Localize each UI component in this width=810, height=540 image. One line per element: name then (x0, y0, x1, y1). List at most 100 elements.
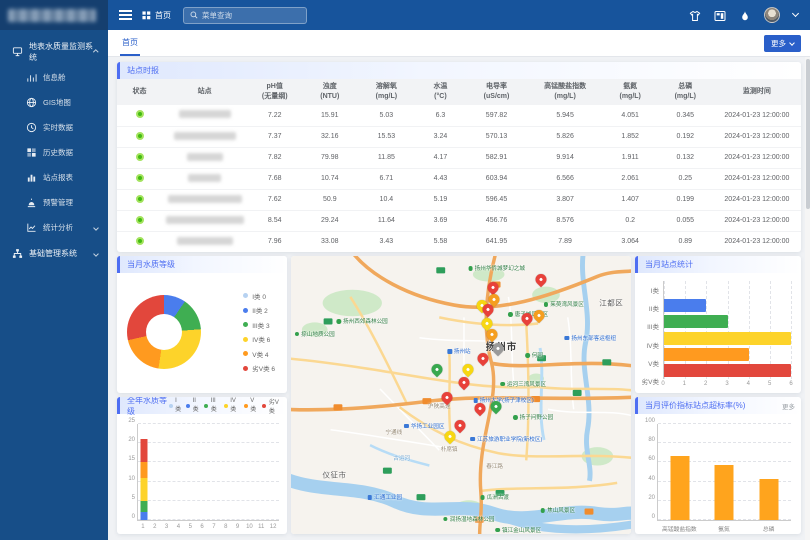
year-bar-column (256, 424, 268, 520)
x-axis-tick: 7 (212, 524, 215, 530)
x-axis-category: 高锰酸盐指数 (657, 524, 702, 533)
theme-skin-icon[interactable] (689, 9, 701, 21)
legend-dot (262, 404, 266, 408)
metric-value: 7.22 (247, 105, 302, 126)
legend-item[interactable]: III类 (204, 397, 218, 415)
legend-item[interactable]: II类 (186, 397, 199, 415)
map-marker-yellow[interactable] (462, 364, 473, 375)
map-marker-red[interactable] (458, 377, 469, 388)
table-row: 8.5429.2411.643.69456.768.5760.20.055202… (117, 210, 801, 231)
x-axis-tick: 3 (725, 381, 728, 387)
flame-icon[interactable] (739, 9, 751, 21)
y-axis-category: I类 (639, 285, 663, 295)
sidebar-menu: 地表水质量监测系统信息舱GIS地图实时数据历史数据站点报表预警管理统计分析基础管… (0, 30, 108, 267)
sidebar-item-0-4[interactable]: 站点报表 (0, 165, 108, 190)
x-axis-tick: 6 (200, 524, 203, 530)
sidebar-item-0-3[interactable]: 历史数据 (0, 140, 108, 165)
map-marker-yellow[interactable] (445, 431, 456, 442)
sidebar-group-1[interactable]: 基础管理系统 (0, 240, 108, 267)
hbar (664, 332, 791, 345)
map-marker-red[interactable] (536, 274, 547, 285)
more-button-label: 更多 (771, 38, 786, 49)
status-online-dot (136, 195, 144, 203)
map-marker-orange[interactable] (486, 329, 497, 340)
sidebar-item-0-6[interactable]: 统计分析 (0, 215, 108, 240)
legend-item[interactable]: II类 2 (243, 305, 275, 315)
status-online-dot (136, 110, 144, 118)
vbar-column (702, 424, 746, 520)
legend-item[interactable]: IV类 (224, 397, 239, 415)
year-bar-column (150, 424, 162, 520)
breadcrumb-home[interactable]: 首页 (142, 10, 171, 21)
sidebar-group-label: 基础管理系统 (29, 248, 77, 259)
legend-label: IV类 (230, 398, 239, 413)
legend-item[interactable]: V类 4 (243, 349, 275, 359)
sidebar-group-0[interactable]: 地表水质量监测系统 (0, 38, 108, 65)
map-marker-red[interactable] (522, 313, 533, 324)
table-row: 7.8279.9811.854.17582.919.9141.9110.1322… (117, 147, 801, 168)
map-marker-yellow[interactable] (481, 318, 492, 329)
more-button[interactable]: 更多 (764, 35, 801, 52)
scrollbar-thumb[interactable] (806, 59, 810, 209)
legend-item[interactable]: 劣V类 6 (243, 363, 275, 373)
legend-item[interactable]: I类 0 (243, 291, 275, 301)
menu-toggle-icon[interactable] (119, 8, 132, 22)
table-row: 7.3732.1615.533.24570.135.8261.8520.1922… (117, 126, 801, 147)
legend-dot (243, 366, 248, 371)
monitor-time: 2024-01-23 12:00:00 (713, 210, 801, 231)
legend-item[interactable]: III类 3 (243, 320, 275, 330)
fullscreen-layout-icon[interactable] (714, 9, 726, 21)
hbar-track (664, 283, 791, 296)
station-stats-ylabels: I类II类III类IV类V类劣V类 (639, 281, 663, 390)
metric-value: 15.53 (357, 126, 415, 147)
map-marker-red[interactable] (442, 392, 453, 403)
map-marker-red[interactable] (477, 353, 488, 364)
panel-title-text: 站点时报 (127, 65, 159, 76)
panel-title-station-report: 站点时报 (117, 62, 801, 79)
metric-value: 3.807 (528, 189, 603, 210)
panel-exceed-rate: 当月评价指标站点超标率(%) 更多 020406080100 高锰酸盐指数氨氮总… (635, 397, 801, 534)
month-grade-chart: I类 0 II类 2 III类 3 IV类 6 V类 4 劣V类 6 (117, 273, 287, 393)
legend-item[interactable]: I类 (169, 397, 182, 415)
station-stats-chart: I类II类III类IV类V类劣V类 0123456 (635, 273, 801, 393)
year-grade-plot: 0510152025 (137, 424, 279, 521)
y-axis-tick: 40 (640, 476, 655, 482)
legend-item[interactable]: 劣V类 (262, 397, 281, 415)
legend-item[interactable]: IV类 6 (243, 334, 275, 344)
monitor-time: 2024-01-23 12:00:00 (713, 147, 801, 168)
sidebar-item-0-1[interactable]: GIS地图 (0, 90, 108, 115)
map-marker-red[interactable] (487, 282, 498, 293)
y-axis-tick: 60 (640, 456, 655, 462)
map-marker-red[interactable] (455, 420, 466, 431)
map-marker-red[interactable] (482, 304, 493, 315)
panel-month-grade: 当月水质等级 I类 0II类 2III类 3IV类 6V类 4劣V类 6 (117, 256, 287, 393)
map-marker-orange[interactable] (534, 310, 545, 321)
menu-search-input[interactable] (202, 11, 300, 20)
metric-value: 6.3 (415, 105, 465, 126)
year-grade-chart: 0510152025 123456789101112 (137, 424, 279, 531)
metric-value: 456.76 (465, 210, 527, 231)
sidebar-item-0-5[interactable]: 预警管理 (0, 190, 108, 215)
legend-item[interactable]: V类 (244, 397, 258, 415)
map-marker-red[interactable] (474, 403, 485, 414)
legend-label: I类 (175, 398, 181, 413)
sidebar-item-0-2[interactable]: 实时数据 (0, 115, 108, 140)
map-marker-green[interactable] (432, 364, 443, 375)
map-marker-green[interactable] (490, 401, 501, 412)
vbar-column (658, 424, 702, 520)
exceed-more-link[interactable]: 更多 (782, 401, 795, 411)
status-online-dot (136, 216, 144, 224)
metric-value: 11.85 (357, 147, 415, 168)
stack-segment (140, 512, 147, 520)
chevron-down-icon[interactable] (792, 10, 799, 17)
map-marker-gray[interactable] (492, 343, 503, 354)
map-canvas[interactable]: 扬州市仪征市江都区扬州华侨城梦幻之城茱萸湾风景区唐子城风景区扬州西郊森林公园捺山… (291, 256, 631, 534)
hbar-track (664, 332, 791, 345)
tab-home[interactable]: 首页 (120, 30, 140, 56)
user-avatar[interactable] (764, 7, 780, 23)
sidebar-item-0-0[interactable]: 信息舱 (0, 65, 108, 90)
page-scrollbar[interactable] (805, 57, 810, 540)
metric-value: 33.08 (302, 231, 357, 252)
panel-title-exceed-rate: 当月评价指标站点超标率(%) 更多 (635, 397, 801, 414)
menu-search[interactable] (183, 7, 307, 24)
